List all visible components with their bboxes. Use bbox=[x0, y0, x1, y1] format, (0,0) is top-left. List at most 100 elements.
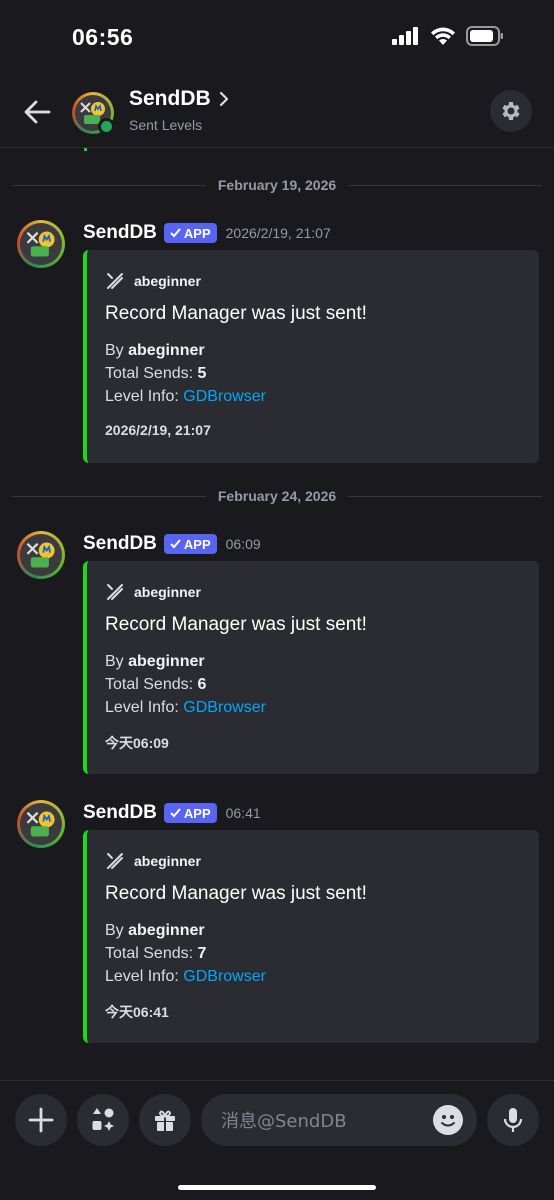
by-label: By bbox=[105, 653, 124, 670]
embed-footer: 2026/2/19, 21:07 bbox=[105, 422, 211, 438]
embed-info-line: Level Info: GDBrowser bbox=[105, 388, 266, 406]
author-avatar[interactable] bbox=[17, 531, 65, 579]
by-value: abeginner bbox=[128, 922, 205, 939]
microphone-icon bbox=[503, 1108, 523, 1132]
embed-author-name: abeginner bbox=[134, 273, 201, 289]
composer-bar: 消息@SendDB bbox=[0, 1080, 554, 1200]
embed-title: Record Manager was just sent! bbox=[105, 303, 367, 324]
info-label: Level Info: bbox=[105, 968, 179, 985]
message-input[interactable]: 消息@SendDB bbox=[201, 1094, 477, 1146]
bot-logo-icon bbox=[26, 811, 55, 837]
embed-sends-line: Total Sends: 7 bbox=[105, 945, 206, 963]
message-timestamp: 06:09 bbox=[225, 536, 261, 552]
plus-icon bbox=[28, 1107, 54, 1133]
add-attachment-button[interactable] bbox=[15, 1094, 67, 1146]
author-name[interactable]: SendDB bbox=[83, 222, 157, 244]
message-header: SendDB APP 2026/2/19, 21:07 bbox=[83, 220, 331, 246]
embed-author: abeginner bbox=[105, 851, 201, 871]
wifi-icon bbox=[431, 27, 455, 45]
message-header: SendDB APP 06:09 bbox=[83, 531, 261, 557]
hammer-pick-icon bbox=[107, 273, 123, 289]
date-separator: February 19, 2026 bbox=[12, 175, 543, 195]
date-label: February 24, 2026 bbox=[217, 488, 337, 504]
message-header: SendDB APP 06:41 bbox=[83, 800, 261, 826]
by-value: abeginner bbox=[128, 342, 205, 359]
previous-embed-accent bbox=[84, 148, 87, 151]
app-badge: APP bbox=[163, 803, 217, 823]
gift-button[interactable] bbox=[139, 1094, 191, 1146]
date-separator: February 24, 2026 bbox=[12, 486, 543, 506]
hammer-pick-icon bbox=[107, 584, 123, 600]
app-badge-label: APP bbox=[183, 536, 211, 552]
cellular-signal-icon bbox=[392, 27, 418, 45]
by-value: abeginner bbox=[128, 653, 205, 670]
checkmark-icon bbox=[170, 228, 181, 238]
sends-value: 7 bbox=[197, 945, 207, 962]
channel-subtitle: Sent Levels bbox=[129, 117, 203, 133]
embed-by-line: By abeginner bbox=[105, 342, 205, 360]
embed-author: abeginner bbox=[105, 271, 201, 291]
message-input-placeholder: 消息@SendDB bbox=[221, 1111, 347, 1132]
back-arrow-icon bbox=[24, 100, 51, 124]
status-icons bbox=[392, 26, 504, 46]
sends-value: 6 bbox=[197, 676, 207, 693]
voice-message-button[interactable] bbox=[487, 1094, 539, 1146]
sends-label: Total Sends: bbox=[105, 945, 194, 962]
embed-footer: 今天06:41 bbox=[105, 1004, 169, 1020]
embed-sends-line: Total Sends: 5 bbox=[105, 365, 206, 383]
gear-icon bbox=[502, 102, 520, 120]
back-button[interactable] bbox=[18, 94, 56, 130]
apps-button[interactable] bbox=[77, 1094, 129, 1146]
embed-author: abeginner bbox=[105, 582, 201, 602]
gdbrowser-link[interactable]: GDBrowser bbox=[183, 388, 266, 405]
embed-footer: 今天06:09 bbox=[105, 735, 169, 751]
bot-avatar-image bbox=[20, 803, 62, 845]
channel-title[interactable]: SendDB bbox=[129, 87, 229, 111]
sends-label: Total Sends: bbox=[105, 365, 194, 382]
message-timestamp: 06:41 bbox=[225, 805, 261, 821]
author-avatar[interactable] bbox=[17, 800, 65, 848]
checkmark-icon bbox=[170, 808, 181, 818]
date-label: February 19, 2026 bbox=[217, 177, 337, 193]
bot-avatar-image bbox=[20, 223, 62, 265]
bot-avatar-image bbox=[20, 534, 62, 576]
chevron-right-icon bbox=[219, 91, 228, 107]
emoji-button[interactable] bbox=[433, 1105, 463, 1135]
embed-title: Record Manager was just sent! bbox=[105, 883, 367, 904]
status-time: 06:56 bbox=[72, 24, 134, 50]
embed-by-line: By abeginner bbox=[105, 653, 205, 671]
embed-info-line: Level Info: GDBrowser bbox=[105, 699, 266, 717]
gdbrowser-link[interactable]: GDBrowser bbox=[183, 699, 266, 716]
sends-label: Total Sends: bbox=[105, 676, 194, 693]
author-avatar[interactable] bbox=[17, 220, 65, 268]
channel-name: SendDB bbox=[129, 87, 211, 110]
home-indicator bbox=[178, 1185, 376, 1190]
embed-author-name: abeginner bbox=[134, 584, 201, 600]
bot-logo-icon bbox=[26, 542, 55, 568]
message-embed: abeginner Record Manager was just sent! … bbox=[83, 561, 539, 774]
message-timestamp: 2026/2/19, 21:07 bbox=[225, 225, 331, 241]
app-badge-label: APP bbox=[183, 225, 211, 241]
embed-title: Record Manager was just sent! bbox=[105, 614, 367, 635]
embed-sends-line: Total Sends: 6 bbox=[105, 676, 206, 694]
app-badge-label: APP bbox=[183, 805, 211, 821]
sends-value: 5 bbox=[197, 365, 207, 382]
info-label: Level Info: bbox=[105, 699, 179, 716]
message-embed: abeginner Record Manager was just sent! … bbox=[83, 830, 539, 1043]
embed-author-name: abeginner bbox=[134, 853, 201, 869]
info-label: Level Info: bbox=[105, 388, 179, 405]
bot-logo-icon bbox=[26, 231, 55, 257]
channel-header: SendDB Sent Levels bbox=[0, 76, 554, 148]
author-name[interactable]: SendDB bbox=[83, 802, 157, 824]
gdbrowser-link[interactable]: GDBrowser bbox=[183, 968, 266, 985]
settings-button[interactable] bbox=[490, 90, 532, 132]
author-name[interactable]: SendDB bbox=[83, 533, 157, 555]
emoji-icon bbox=[441, 1115, 455, 1127]
gift-icon bbox=[155, 1110, 175, 1131]
by-label: By bbox=[105, 922, 124, 939]
online-status-dot bbox=[98, 118, 115, 135]
embed-info-line: Level Info: GDBrowser bbox=[105, 968, 266, 986]
apps-icon bbox=[92, 1108, 114, 1131]
status-bar: 06:56 bbox=[0, 0, 554, 76]
checkmark-icon bbox=[170, 539, 181, 549]
